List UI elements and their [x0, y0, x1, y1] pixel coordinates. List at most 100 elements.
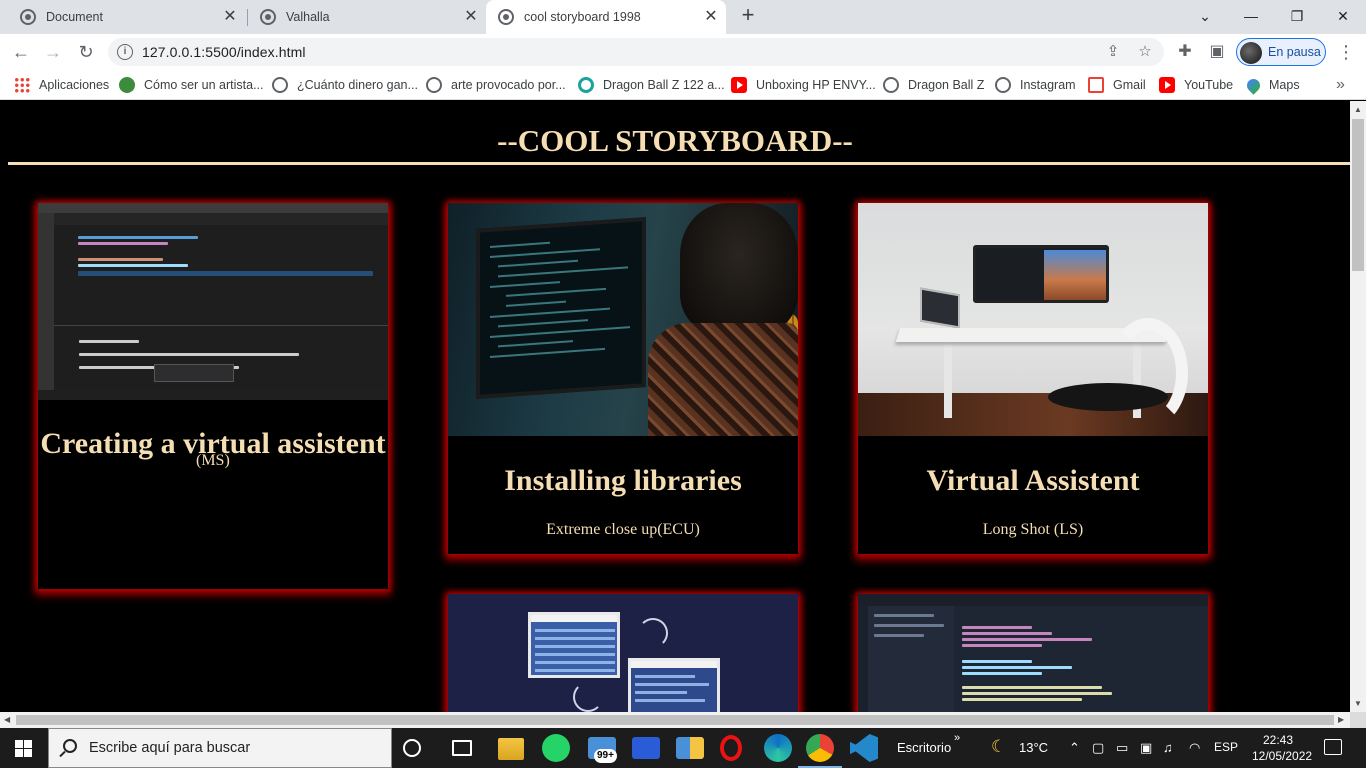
battery-icon[interactable]: ▭ [1116, 740, 1128, 756]
bookmark-item[interactable]: Dragon Ball Z [883, 76, 984, 94]
storyboard-card [448, 594, 798, 712]
storyboard-card: Creating a virtual assistent (MS) [38, 203, 388, 589]
tab-document[interactable]: Document ✕ [0, 0, 245, 34]
restore-button[interactable]: ❐ [1274, 0, 1320, 34]
volume-icon[interactable]: ♫ [1163, 740, 1173, 755]
bookmark-item[interactable]: ¿Cuánto dinero gan... [272, 76, 418, 94]
bookmarks-bar: Aplicaciones Cómo ser un artista... ¿Cuá… [0, 70, 1366, 100]
youtube-icon [731, 77, 747, 93]
close-icon[interactable]: ✕ [221, 8, 239, 26]
bookmark-label: Unboxing HP ENVY... [756, 78, 876, 92]
scrollbar-thumb[interactable] [16, 715, 1334, 725]
windows-taskbar: Escribe aquí para buscar 99+ Escritorio … [0, 728, 1366, 768]
close-icon[interactable]: ✕ [702, 8, 720, 26]
task-view-icon[interactable] [452, 740, 472, 756]
bookmark-label: Gmail [1113, 78, 1146, 92]
tab-valhalla[interactable]: Valhalla ✕ [250, 0, 486, 34]
clock[interactable]: 22:43 12/05/2022 [1252, 732, 1313, 764]
storyboard-page: --COOL STORYBOARD-- Creating a virtual a… [0, 101, 1350, 712]
new-tab-button[interactable]: + [737, 4, 759, 27]
scroll-up-icon[interactable]: ▲ [1354, 105, 1362, 114]
bookmark-item[interactable]: Dragon Ball Z 122 a... [578, 76, 725, 94]
language-indicator[interactable]: ESP [1214, 740, 1238, 754]
bookmark-item[interactable]: YouTube [1159, 76, 1233, 94]
storyboard-card: Installing libraries Extreme close up(EC… [448, 203, 798, 554]
minimize-button[interactable]: — [1228, 0, 1274, 34]
avatar [1240, 42, 1262, 64]
bookmark-label: ¿Cuánto dinero gan... [297, 78, 418, 92]
weather-temperature[interactable]: 13°C [1019, 740, 1048, 755]
address-url[interactable]: 127.0.0.1:5500/index.html [142, 44, 306, 60]
bookmark-label: Maps [1269, 78, 1300, 92]
maps-icon [1244, 75, 1263, 95]
app-icon[interactable] [632, 737, 660, 759]
share-icon[interactable]: ⇪ [1104, 43, 1122, 61]
wifi-icon[interactable]: ◠ [1189, 740, 1200, 756]
desktop-toolbar-label[interactable]: Escritorio [897, 740, 951, 755]
scroll-left-icon[interactable]: ◀ [4, 715, 10, 724]
bookmark-label: Dragon Ball Z [908, 78, 985, 92]
bookmark-star-icon[interactable]: ☆ [1136, 43, 1154, 61]
page-title: --COOL STORYBOARD-- [497, 123, 853, 158]
bookmark-item[interactable]: Maps [1244, 75, 1300, 95]
close-window-button[interactable]: ✕ [1320, 0, 1366, 34]
show-hidden-icons-icon[interactable]: ⌃ [1069, 740, 1080, 756]
scroll-right-icon[interactable]: ▶ [1338, 715, 1344, 724]
whatsapp-icon[interactable] [542, 734, 570, 762]
cortana-icon[interactable] [403, 739, 421, 757]
file-explorer-icon[interactable] [498, 738, 524, 760]
profile-button[interactable]: En pausa [1236, 38, 1326, 66]
globe-icon [20, 9, 36, 25]
bookmark-item[interactable]: Gmail [1088, 76, 1146, 94]
bookmark-item[interactable]: Cómo ser un artista... [119, 76, 264, 94]
edge-icon[interactable] [764, 734, 792, 762]
bookmark-label: Dragon Ball Z 122 a... [603, 78, 725, 92]
mail-icon[interactable]: 99+ [588, 737, 617, 763]
clock-date: 12/05/2022 [1252, 749, 1313, 763]
scrollbar-corner [1350, 712, 1366, 728]
title-divider [8, 162, 1350, 165]
storyboard-card: Virtual Assistent Long Shot (LS) [858, 203, 1208, 554]
notification-badge: 99+ [594, 749, 617, 763]
screen-icon[interactable]: ▣ [1140, 740, 1152, 756]
scrollbar-thumb[interactable] [1352, 119, 1364, 271]
notification-center-icon[interactable] [1324, 739, 1342, 755]
close-icon[interactable]: ✕ [462, 8, 480, 26]
bookmark-label: YouTube [1184, 78, 1234, 92]
bookmark-item[interactable]: arte provocado por... [426, 76, 566, 94]
back-arrow-icon[interactable]: ← [9, 40, 33, 64]
tab-title: cool storyboard 1998 [524, 10, 641, 24]
browser-toolbar: ← → ↻ i 127.0.0.1:5500/index.html ⇪ ☆ ✚ … [0, 34, 1366, 70]
horizontal-scrollbar[interactable]: ◀ ▶ [0, 712, 1350, 728]
bookmark-item[interactable]: Instagram [995, 76, 1076, 94]
bookmark-label: Instagram [1020, 78, 1076, 92]
vertical-scrollbar[interactable]: ▲ ▼ [1350, 101, 1366, 712]
site-info-icon[interactable]: i [117, 44, 133, 60]
tab-cool-storyboard[interactable]: cool storyboard 1998 ✕ [486, 0, 726, 34]
card-image-code-editor-2 [858, 594, 1208, 712]
tab-strip: Document ✕ Valhalla ✕ cool storyboard 19… [0, 0, 1366, 34]
toolbar-expand-icon[interactable]: » [954, 732, 960, 744]
extensions-puzzle-icon[interactable]: ✚ [1175, 42, 1195, 62]
store-icon[interactable] [676, 737, 704, 759]
bookmark-item[interactable]: Aplicaciones [14, 76, 109, 94]
scroll-down-icon[interactable]: ▼ [1354, 699, 1362, 708]
windows-start-icon[interactable] [15, 740, 32, 757]
side-panel-icon[interactable]: ▣ [1207, 42, 1227, 62]
forward-arrow-icon[interactable]: → [41, 40, 65, 64]
menu-kebab-icon[interactable]: ⋮ [1336, 42, 1356, 62]
bookmark-item[interactable]: Unboxing HP ENVY... [731, 76, 876, 94]
taskbar-search-input[interactable]: Escribe aquí para buscar [48, 728, 392, 768]
reload-icon[interactable]: ↻ [74, 40, 98, 64]
bookmarks-overflow-button[interactable]: » [1336, 76, 1345, 94]
tab-search-button[interactable]: ⌄ [1182, 0, 1228, 34]
opera-icon[interactable] [720, 735, 742, 761]
address-bar[interactable]: i 127.0.0.1:5500/index.html ⇪ ☆ [108, 38, 1164, 66]
dbz-icon [578, 77, 594, 93]
globe-icon [498, 9, 514, 25]
chrome-icon[interactable] [798, 734, 842, 768]
vscode-icon[interactable] [850, 734, 878, 762]
storyboard-card [858, 594, 1208, 712]
card-image-data-illustration [448, 594, 798, 712]
device-icon[interactable]: ▢ [1092, 740, 1104, 756]
